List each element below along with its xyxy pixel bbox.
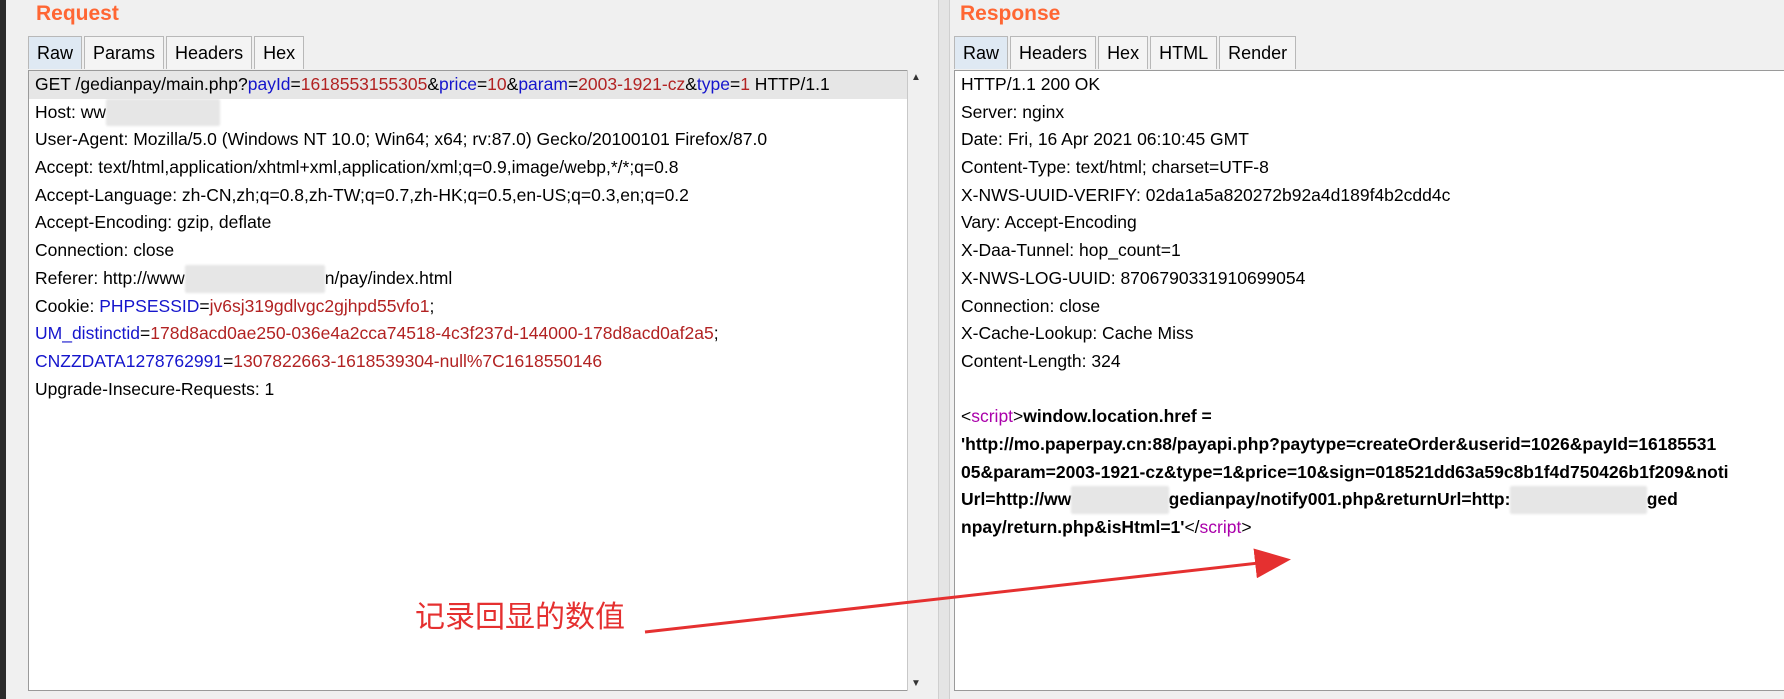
annotation-arrow-icon <box>644 548 1291 634</box>
